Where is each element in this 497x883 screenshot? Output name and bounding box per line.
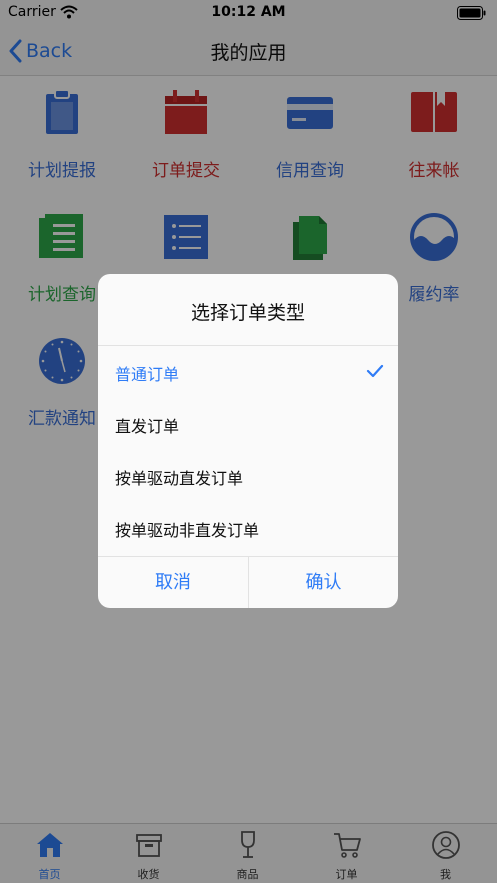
option-driven-non-direct-order[interactable]: 按单驱动非直发订单 <box>98 502 398 554</box>
option-normal-order[interactable]: 普通订单 <box>98 346 398 398</box>
option-driven-direct-order[interactable]: 按单驱动直发订单 <box>98 450 398 502</box>
option-label: 直发订单 <box>115 417 180 436</box>
cancel-button[interactable]: 取消 <box>98 557 248 608</box>
dialog-title: 选择订单类型 <box>190 302 305 324</box>
option-direct-order[interactable]: 直发订单 <box>98 398 398 450</box>
option-label: 按单驱动直发订单 <box>115 469 244 488</box>
order-type-dialog: 选择订单类型 普通订单 直发订单 按单驱动直发订单 按单驱动非直发订单 取消 确… <box>98 274 398 608</box>
option-label: 按单驱动非直发订单 <box>115 521 260 540</box>
checkmark-icon <box>366 364 384 378</box>
option-label: 普通订单 <box>115 365 180 384</box>
confirm-button[interactable]: 确认 <box>249 557 398 608</box>
